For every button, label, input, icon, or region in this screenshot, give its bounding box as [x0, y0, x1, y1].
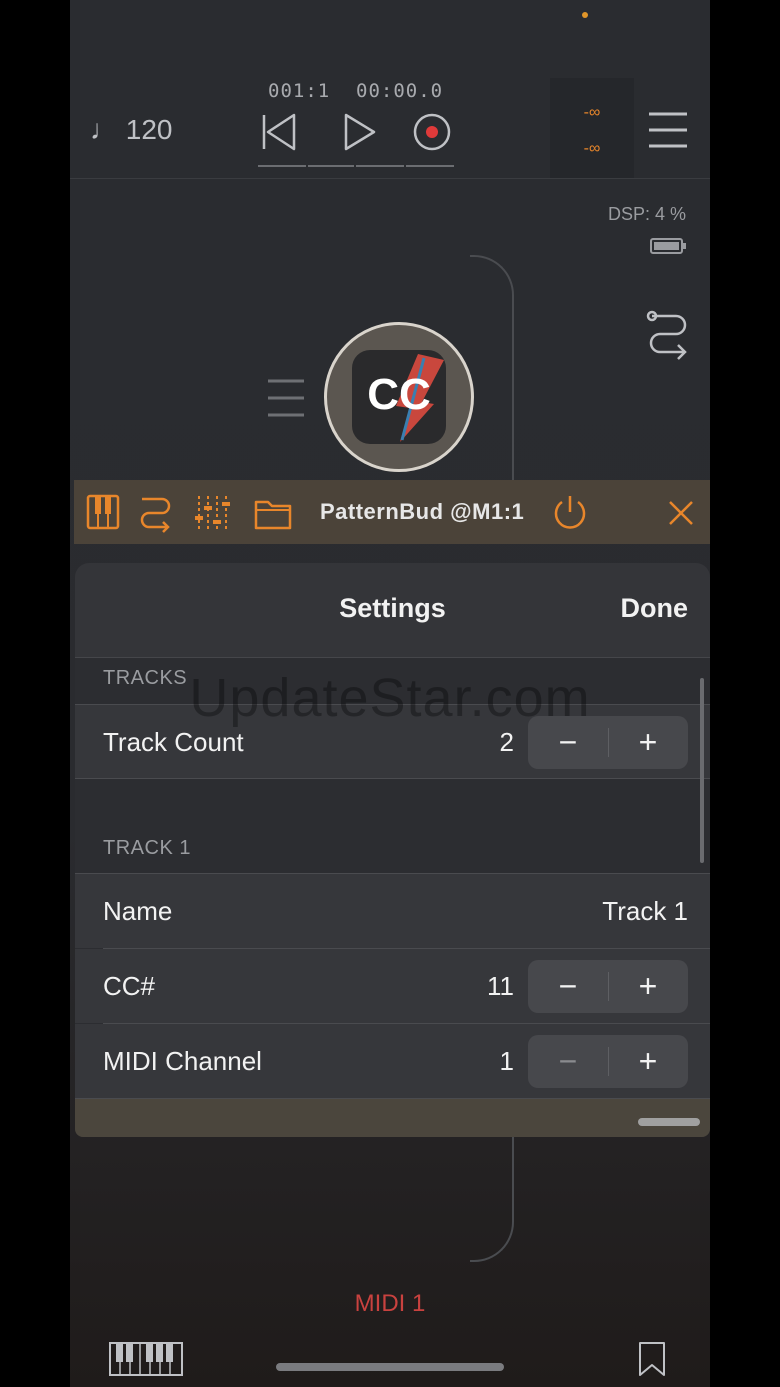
plugin-title: PatternBud @M1:1 [320, 499, 525, 524]
connection-line [470, 1136, 514, 1262]
mixer-button[interactable] [194, 494, 232, 532]
node-label: CC [367, 370, 431, 419]
record-button[interactable] [408, 108, 456, 156]
meter-right-value: -∞ [583, 140, 601, 157]
transport-underline [308, 165, 354, 167]
cc-value: 11 [487, 971, 514, 1001]
midi-channel-value: 1 [499, 1046, 514, 1076]
midi-channel-increment[interactable]: + [608, 1035, 688, 1088]
dsp-readout: DSP: 4 % [607, 204, 686, 224]
node-handle[interactable] [266, 378, 306, 418]
transport-underline [258, 165, 306, 167]
rewind-button[interactable] [256, 108, 304, 156]
output-meter[interactable]: -∞ -∞ [550, 78, 634, 178]
sheet-title: Settings [339, 593, 446, 623]
transport-underline [356, 165, 404, 167]
close-icon [669, 501, 693, 525]
transport-bar: ♩ 120 001:1 00:00.0 -∞ -∞ [70, 0, 710, 179]
power-icon [554, 496, 586, 529]
keyboard-toggle-button[interactable] [108, 1341, 184, 1377]
divider [75, 778, 710, 779]
piano-icon [86, 494, 120, 530]
play-button[interactable] [336, 108, 384, 156]
keyboard-icon [109, 1342, 183, 1376]
record-icon [413, 113, 451, 151]
section-header-track1: TRACK 1 [103, 837, 191, 859]
midi-channel-label: MIDI Channel [103, 1046, 262, 1076]
name-label: Name [103, 896, 173, 926]
menu-button[interactable] [646, 108, 690, 152]
routing-icon [140, 497, 171, 533]
name-row[interactable]: Name Track 1 [75, 874, 710, 948]
sliders-icon [195, 496, 230, 530]
bypass-button[interactable] [552, 494, 588, 530]
meter-left-value: -∞ [583, 104, 601, 121]
close-plugin-button[interactable] [668, 500, 694, 526]
sheet-footer [75, 1099, 710, 1137]
cc-increment[interactable]: + [608, 960, 688, 1013]
hamburger-icon [649, 112, 687, 148]
status-dot [582, 12, 588, 18]
settings-sheet: Settings Done TRACKS Track Count 2 − + T… [75, 563, 710, 1137]
done-button[interactable]: Done [621, 593, 689, 624]
transport-underline [406, 165, 454, 167]
battery-icon [650, 237, 688, 255]
name-value[interactable]: Track 1 [602, 896, 688, 927]
track-count-value: 2 [499, 727, 514, 757]
midi-output-label[interactable]: MIDI 1 [70, 1290, 710, 1318]
keyboard-button[interactable] [86, 494, 120, 530]
routing-icon [646, 310, 687, 360]
horizontal-scrollbar[interactable] [638, 1118, 700, 1126]
cc-label: CC# [103, 971, 156, 1001]
routing-button[interactable] [646, 310, 692, 362]
plugin-node[interactable]: CC [324, 322, 474, 472]
bookmark-button[interactable] [638, 1341, 666, 1377]
plugin-app-icon: CC [352, 350, 446, 444]
app-screen: ♩ 120 001:1 00:00.0 -∞ -∞ DSP: 4 % CC Pa… [70, 0, 710, 1387]
midi-channel-row: MIDI Channel 1 − + [75, 1024, 710, 1098]
watermark: UpdateStar.com [189, 668, 591, 728]
sheet-header: Settings Done [75, 563, 710, 658]
bookmark-icon [639, 1342, 665, 1376]
home-indicator[interactable] [276, 1363, 504, 1371]
cc-decrement[interactable]: − [528, 960, 608, 1013]
midi-channel-stepper: − + [528, 1035, 688, 1088]
routing-tab-button[interactable] [138, 494, 174, 534]
cc-row: CC# 11 − + [75, 949, 710, 1023]
drag-handle-icon [268, 379, 304, 417]
midi-channel-decrement[interactable]: − [528, 1035, 608, 1088]
presets-button[interactable] [254, 496, 292, 530]
plugin-toolbar: PatternBud @M1:1 [74, 480, 710, 544]
cc-stepper: − + [528, 960, 688, 1013]
connection-line [470, 255, 514, 487]
play-icon [344, 113, 376, 151]
time-readout: 00:00.0 [356, 80, 444, 102]
rewind-icon [262, 113, 296, 151]
bar-position: 001:1 [268, 80, 331, 102]
folder-icon [254, 500, 292, 530]
tempo-button[interactable]: ♩ 120 [90, 114, 173, 146]
track-count-label: Track Count [103, 727, 244, 757]
